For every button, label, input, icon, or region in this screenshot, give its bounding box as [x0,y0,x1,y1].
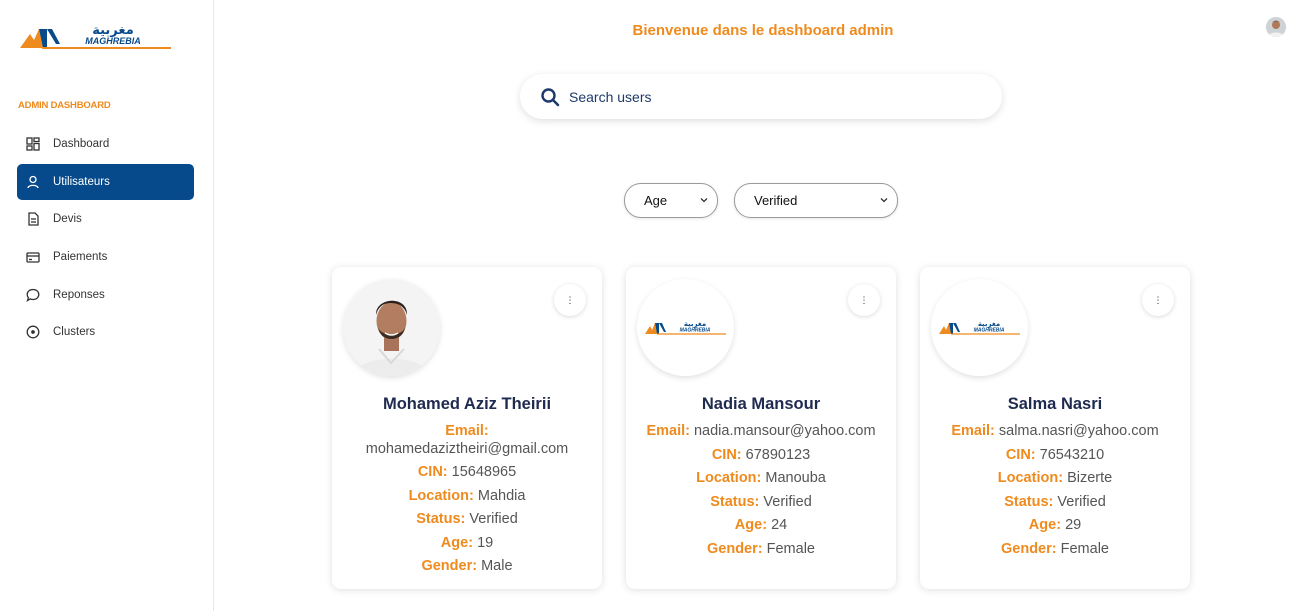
verified-filter-value: Verified [754,193,798,208]
svg-text:MAGHREBIA: MAGHREBIA [973,327,1004,333]
dashboard-grid-icon [26,137,40,151]
gender-label: Gender: [1001,540,1057,557]
sidebar-item-paiements[interactable]: Paiements [17,239,194,275]
email-label: Email: [646,423,690,439]
chevron-down-icon [700,198,708,203]
user-gender: Female [766,540,815,557]
sidebar-item-reponses[interactable]: Reponses [17,277,194,313]
sidebar-item-label: Clusters [53,326,96,339]
user-card: مغربية MAGHREBIA ⋮ Salma Nasri Email: sa… [920,267,1190,589]
user-details: Email: salma.nasri@yahoo.com CIN: 765432… [920,420,1190,561]
user-status: Verified [469,511,518,527]
user-email: mohamedaziztheiri@gmail.com [365,440,569,457]
chevron-down-icon [880,198,888,203]
more-vertical-icon: ⋮ [859,294,869,305]
sidebar-item-label: Dashboard [53,138,110,150]
sidebar: مغربية MAGHREBIA ADMIN DASHBOARD Dashboa… [0,0,214,611]
user-cin: 15648965 [451,464,517,480]
card-menu-button[interactable]: ⋮ [848,284,880,316]
circle-dot-icon [26,325,40,339]
user-icon [26,175,40,189]
age-filter-select[interactable]: Age [624,183,718,218]
user-cin: 67890123 [745,446,811,463]
user-card: مغربية MAGHREBIA ⋮ Nadia Mansour Email: … [626,267,896,589]
sidebar-item-clusters[interactable]: Clusters [17,314,194,350]
user-cin: 76543210 [1039,446,1105,463]
app-root: مغربية MAGHREBIA ADMIN DASHBOARD Dashboa… [0,0,1312,611]
user-card: ⋮ Mohamed Aziz Theirii Email: mohamedazi… [332,267,602,589]
gender-label: Gender: [707,540,763,557]
sidebar-nav: Dashboard Utilisateurs Devis Paiements R… [17,126,194,352]
user-photo [343,279,440,376]
svg-text:MAGHREBIA: MAGHREBIA [679,327,710,333]
user-age: 29 [1065,517,1082,533]
user-gender: Female [1060,540,1109,557]
chat-bubble-icon [26,288,40,302]
user-location: Bizerte [1067,470,1113,486]
user-status: Verified [763,493,812,510]
status-label: Status: [710,493,760,510]
user-details: Email: mohamedaziztheiri@gmail.com CIN: … [332,420,602,579]
search-icon [541,87,560,106]
card-menu-button[interactable]: ⋮ [554,284,586,316]
location-label: Location: [997,470,1064,486]
cin-label: CIN: [417,464,448,480]
document-icon [26,212,40,227]
svg-text:MAGHREBIA: MAGHREBIA [85,36,141,46]
user-email: nadia.mansour@yahoo.com [693,423,876,439]
user-name: Salma Nasri [1007,395,1103,413]
search-input[interactable] [569,88,949,105]
user-location: Manouba [765,470,826,486]
email-label: Email: [951,423,995,439]
age-label: Age: [1028,517,1062,533]
sidebar-item-utilisateurs[interactable]: Utilisateurs [17,163,194,200]
user-details: Email: nadia.mansour@yahoo.com CIN: 6789… [626,420,896,561]
page-title: Bienvenue dans le dashboard admin [632,22,894,39]
sidebar-item-label: Devis [53,213,82,226]
user-gender: Male [481,558,513,574]
status-label: Status: [416,511,466,527]
location-label: Location: [696,470,762,486]
user-status: Verified [1057,493,1106,510]
age-filter-value: Age [644,193,668,208]
user-location: Mahdia [477,487,526,504]
location-label: Location: [408,487,474,504]
age-label: Age: [440,534,474,551]
sidebar-item-label: Utilisateurs [53,175,110,188]
user-age: 19 [477,534,494,551]
user-name: Nadia Mansour [701,395,821,413]
sidebar-section-title: ADMIN DASHBOARD [18,100,111,111]
sidebar-item-dashboard[interactable]: Dashboard [17,126,194,162]
email-label: Email: [445,423,489,439]
search-bar [520,74,1002,119]
maghrebia-logo-avatar: مغربية MAGHREBIA [931,279,1028,376]
credit-card-icon [26,250,40,264]
cin-label: CIN: [1005,446,1036,463]
card-menu-button[interactable]: ⋮ [1142,284,1174,316]
user-name: Mohamed Aziz Theirii [382,395,552,413]
more-vertical-icon: ⋮ [565,294,575,305]
verified-filter-select[interactable]: Verified [734,183,898,218]
user-email: salma.nasri@yahoo.com [998,423,1159,439]
sidebar-item-label: Paiements [53,251,108,264]
cin-label: CIN: [711,446,742,463]
age-label: Age: [734,517,768,533]
user-avatar[interactable] [1266,17,1286,37]
status-label: Status: [1004,493,1054,510]
more-vertical-icon: ⋮ [1153,294,1163,305]
user-age: 24 [771,517,788,533]
sidebar-item-devis[interactable]: Devis [17,201,194,237]
gender-label: Gender: [421,558,478,574]
maghrebia-logo[interactable]: مغربية MAGHREBIA [20,22,172,52]
maghrebia-logo-avatar: مغربية MAGHREBIA [637,279,734,376]
sidebar-item-label: Reponses [53,288,105,301]
